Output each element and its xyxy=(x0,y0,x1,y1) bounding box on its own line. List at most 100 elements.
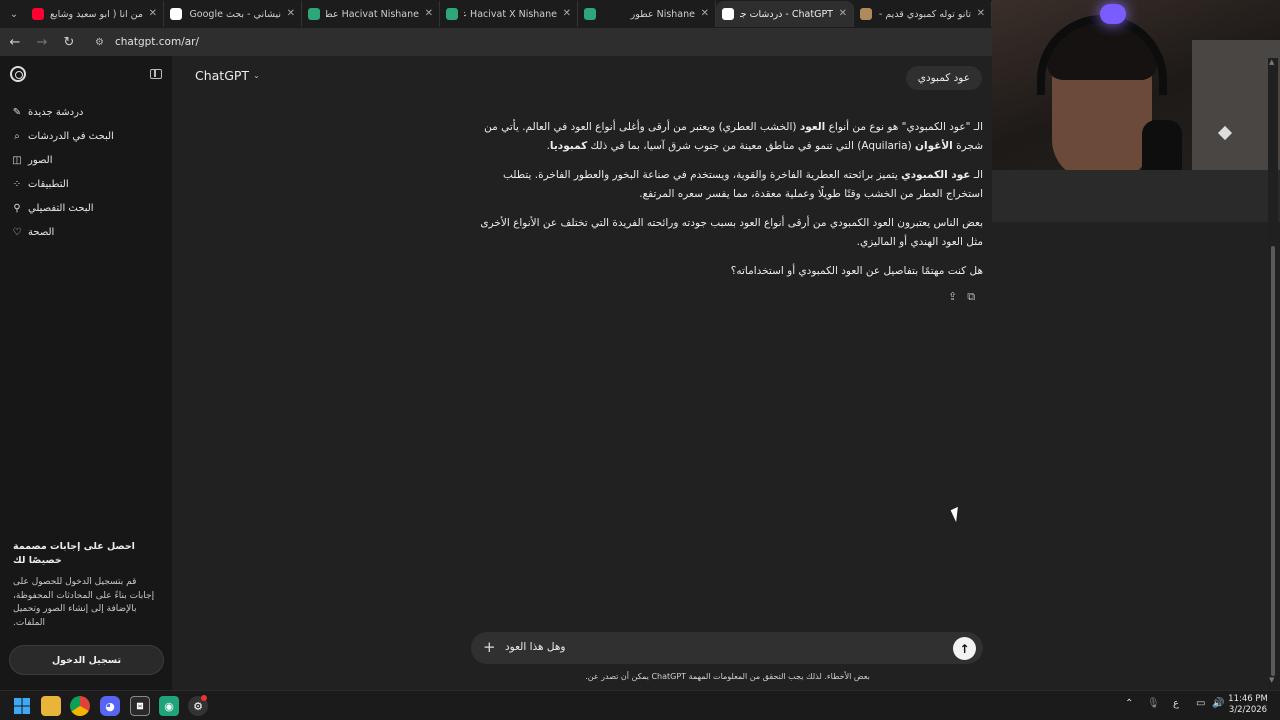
tab-title: Hacivat X Nishane عطر - a xyxy=(464,9,557,20)
sidebar-item-label: التطبيقات xyxy=(28,178,69,190)
answer-paragraph-4: هل كنت مهتمًا بتفاصيل عن العود الكمبودي … xyxy=(730,265,983,277)
scroll-down-icon[interactable]: ▼ xyxy=(1269,676,1274,684)
webcam-shirt xyxy=(992,170,1280,222)
message-input[interactable]: وهل هذا العود xyxy=(505,641,705,653)
plus-icon[interactable]: + xyxy=(483,638,496,656)
capcut-icon[interactable]: ⧈ xyxy=(130,696,150,716)
close-icon[interactable]: ✕ xyxy=(287,8,295,19)
share-icon[interactable]: ⇪ xyxy=(948,290,957,304)
scrollbar[interactable]: ▲ ▼ xyxy=(1268,58,1278,690)
answer-paragraph-2: الـ عود الكمبودي يتميز برائحته العطرية ا… xyxy=(502,169,983,200)
tab-strip: ⌄ من انا ( ابو سعيد وشايع ضـ✕نيشاني - بح… xyxy=(0,0,992,28)
scrollbar-thumb[interactable] xyxy=(1271,246,1275,676)
sidebar-item[interactable]: ⌕ البحث في الدردشات xyxy=(0,124,172,148)
browser-toolbar: ← → ↻ ⚙ chatgpt.com/ar/ xyxy=(0,28,992,56)
forward-icon[interactable]: → xyxy=(30,30,54,54)
chevron-up-icon[interactable]: ⌃ xyxy=(1125,698,1133,709)
sidebar-item-label: دردشة جديدة xyxy=(28,106,84,118)
message-actions: ⇪ ⧉ xyxy=(948,290,975,304)
scroll-up-icon[interactable]: ▲ xyxy=(1269,58,1274,66)
browser-tab[interactable]: تانو توله كمبودي قديم - ــ ✕ xyxy=(854,1,992,27)
back-icon[interactable]: ← xyxy=(3,30,27,54)
sidebar-item[interactable]: ⁘ التطبيقات xyxy=(0,172,172,196)
chrome-icon[interactable] xyxy=(70,696,90,716)
disclaimer: بعض الأخطاء. لذلك يجب التحقق من المعلوما… xyxy=(585,672,870,681)
address-bar[interactable]: ⚙ chatgpt.com/ar/ xyxy=(89,31,989,53)
sidebar-item[interactable]: ⚲ البحث التفصيلي xyxy=(0,196,172,220)
headset-icon xyxy=(1037,15,1167,95)
taskbar: ◕ ⧈ ◉ ⚙ ⌃ 🎙 ع ▭ 🔊 11:46 PM 3/2/2026 xyxy=(0,690,1280,720)
chevron-down-icon: ⌄ xyxy=(253,71,260,80)
research-icon: ⚲ xyxy=(13,202,21,214)
fragrantica-icon xyxy=(308,8,320,20)
arrow-up-icon: ↑ xyxy=(959,641,970,656)
sidebar-item-label: البحث في الدردشات xyxy=(28,130,114,142)
notification-dot xyxy=(201,695,207,701)
sidebar-item-label: البحث التفصيلي xyxy=(28,202,94,214)
input-language[interactable]: ع xyxy=(1173,698,1179,709)
reload-icon[interactable]: ↻ xyxy=(57,30,81,54)
apps-icon: ⁘ xyxy=(12,178,22,190)
sidebar-item[interactable]: ✎ دردشة جديدة xyxy=(0,100,172,124)
whatsapp-icon[interactable]: ◉ xyxy=(159,696,179,716)
close-icon[interactable]: ✕ xyxy=(839,8,847,19)
heart-icon: ♡ xyxy=(12,226,22,238)
tab-title: ChatGPT - دردشات جي بي تي xyxy=(740,9,833,20)
edit-icon: ✎ xyxy=(12,106,22,118)
sidebar-item-label: الصحة xyxy=(28,226,55,238)
sidebar-item[interactable]: ♡ الصحة xyxy=(0,220,172,244)
chatgpt-icon xyxy=(722,8,734,20)
model-selector[interactable]: ChatGPT ⌄ xyxy=(195,68,260,83)
answer-paragraph-1: الـ "عود الكمبودي" هو نوع من أنواع العود… xyxy=(484,121,983,152)
send-button[interactable]: ↑ xyxy=(953,637,976,660)
login-button[interactable]: تسجيل الدخول xyxy=(9,645,164,675)
webcam-background xyxy=(1192,40,1280,180)
time-text: 11:46 PM xyxy=(1228,694,1268,704)
tab-title: تانو توله كمبودي قديم - ــ xyxy=(878,9,971,20)
windows-start-icon[interactable] xyxy=(12,696,32,716)
promo-body: قم بتسجيل الدخول للحصول على إجابات بناءً… xyxy=(13,577,155,628)
browser-tab[interactable]: Nishane عطور ✕ xyxy=(578,1,716,27)
sidebar-item[interactable]: ◫ الصور xyxy=(0,148,172,172)
browser-tab[interactable]: نيشاني - بحث Google ✕ xyxy=(164,1,302,27)
close-icon[interactable]: ✕ xyxy=(977,8,985,19)
browser-window: ⌄ من انا ( ابو سعيد وشايع ضـ✕نيشاني - بح… xyxy=(0,0,992,690)
network-icon[interactable]: ▭ xyxy=(1196,698,1205,709)
browser-tab[interactable]: Hacivat X Nishane عطر - a ✕ xyxy=(440,1,578,27)
close-icon[interactable]: ✕ xyxy=(701,8,709,19)
volume-icon[interactable]: 🔊 xyxy=(1212,698,1224,709)
clock[interactable]: 11:46 PM 3/2/2026 xyxy=(1228,694,1268,716)
close-icon[interactable]: ✕ xyxy=(563,8,571,19)
site-settings-icon[interactable]: ⚙ xyxy=(95,37,109,48)
fragrantica-icon xyxy=(446,8,458,20)
youtube-icon xyxy=(32,8,44,20)
image-icon: ◫ xyxy=(12,154,22,166)
page-background-right xyxy=(992,222,1268,690)
url-text: chatgpt.com/ar/ xyxy=(115,36,200,48)
tab-title: Nishane عطور xyxy=(630,9,695,20)
search-icon: ⌕ xyxy=(14,130,20,142)
close-icon[interactable]: ✕ xyxy=(425,8,433,19)
close-icon[interactable]: ✕ xyxy=(149,8,157,19)
tab-title: من انا ( ابو سعيد وشايع ضـ xyxy=(50,9,143,20)
discord-icon[interactable]: ◕ xyxy=(100,696,120,716)
sidebar: ✎ دردشة جديدة ⌕ البحث في الدردشات ◫ الصور ⁘ الت… xyxy=(0,56,172,690)
site-icon xyxy=(860,8,872,20)
browser-tab[interactable]: ChatGPT - دردشات جي بي تي ✕ xyxy=(716,1,854,27)
browser-tab[interactable]: Hacivat Nishane عطر - a f ✕ xyxy=(302,1,440,27)
fragrantica-icon xyxy=(584,8,596,20)
model-label: ChatGPT xyxy=(195,68,250,83)
webcam-overlay xyxy=(992,0,1280,222)
user-message: عود كمبودي xyxy=(905,66,982,90)
composer: + وهل هذا العود ↑ xyxy=(471,632,983,664)
browser-tab[interactable]: من انا ( ابو سعيد وشايع ضـ ✕ xyxy=(26,1,164,27)
microphone-icon[interactable]: 🎙 xyxy=(1147,698,1160,709)
promo-title: احصل على إجابات مصممة خصيصًا لك xyxy=(13,541,135,566)
chatgpt-logo-icon[interactable] xyxy=(10,66,26,82)
copy-icon[interactable]: ⧉ xyxy=(967,290,975,304)
tab-title: Hacivat Nishane عطر - a f xyxy=(326,9,419,20)
tab-search-icon[interactable]: ⌄ xyxy=(2,3,26,25)
tab-title: نيشاني - بحث Google xyxy=(189,9,281,20)
file-explorer-icon[interactable] xyxy=(41,696,61,716)
sidebar-toggle-icon[interactable] xyxy=(150,69,162,79)
